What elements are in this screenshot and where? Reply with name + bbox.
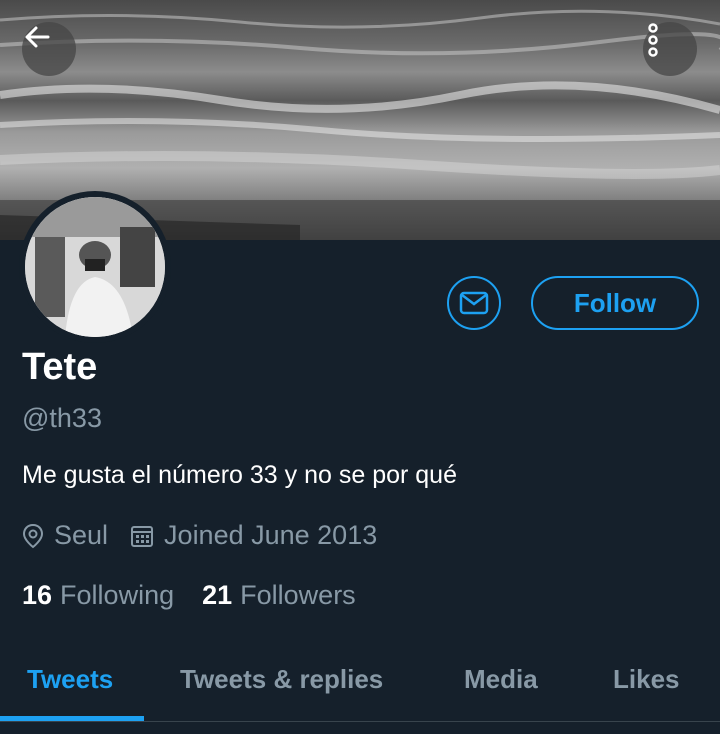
tabs-divider xyxy=(0,721,720,722)
profile-handle: @th33 xyxy=(22,403,102,433)
joined-date: Joined June 2013 xyxy=(130,520,377,551)
follow-button[interactable]: Follow xyxy=(531,276,699,330)
profile-tabs: Tweets Tweets & replies Media Likes xyxy=(0,650,720,722)
followers-label: Followers xyxy=(240,580,356,610)
calendar-icon xyxy=(131,525,154,547)
arrow-left-icon xyxy=(25,26,50,48)
more-vertical-icon xyxy=(648,23,658,57)
followers-count: 21 xyxy=(202,580,233,610)
location: Seul xyxy=(22,520,108,551)
following-count: 16 xyxy=(22,580,53,610)
avatar-frame[interactable] xyxy=(19,191,171,343)
tab-likes[interactable]: Likes xyxy=(613,664,680,695)
following-label: Following xyxy=(60,580,175,610)
avatar xyxy=(25,197,165,337)
tab-tweets[interactable]: Tweets xyxy=(27,664,113,695)
tab-tweets-replies[interactable]: Tweets & replies xyxy=(180,664,383,695)
tab-media[interactable]: Media xyxy=(464,664,538,695)
envelope-icon xyxy=(459,291,489,315)
following-link[interactable]: 16 Following xyxy=(22,580,174,611)
profile-name: Tete xyxy=(22,346,98,388)
profile-bio: Me gusta el número 33 y no se por qué xyxy=(22,461,457,489)
avatar-image xyxy=(25,197,165,337)
profile-meta: Seul Joined June 2013 xyxy=(22,520,399,551)
location-pin-icon xyxy=(22,523,44,548)
more-options-button[interactable] xyxy=(643,22,697,76)
back-button[interactable] xyxy=(22,22,76,76)
location-label: Seul xyxy=(54,520,109,550)
joined-label: Joined June 2013 xyxy=(164,520,378,550)
followers-link[interactable]: 21 Followers xyxy=(202,580,356,611)
message-button[interactable] xyxy=(447,276,501,330)
follow-stats: 16 Following 21 Followers xyxy=(22,580,384,611)
